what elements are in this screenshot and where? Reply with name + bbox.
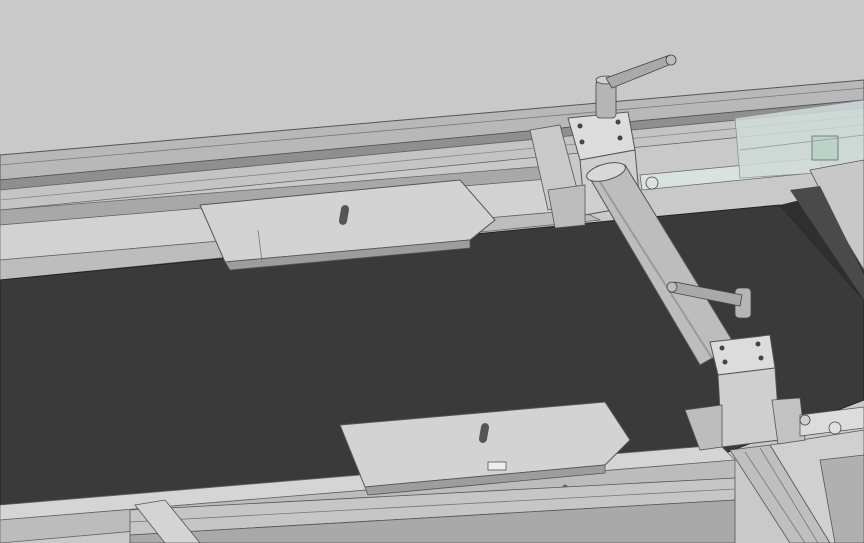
cad-conveyor-scene	[0, 0, 864, 543]
